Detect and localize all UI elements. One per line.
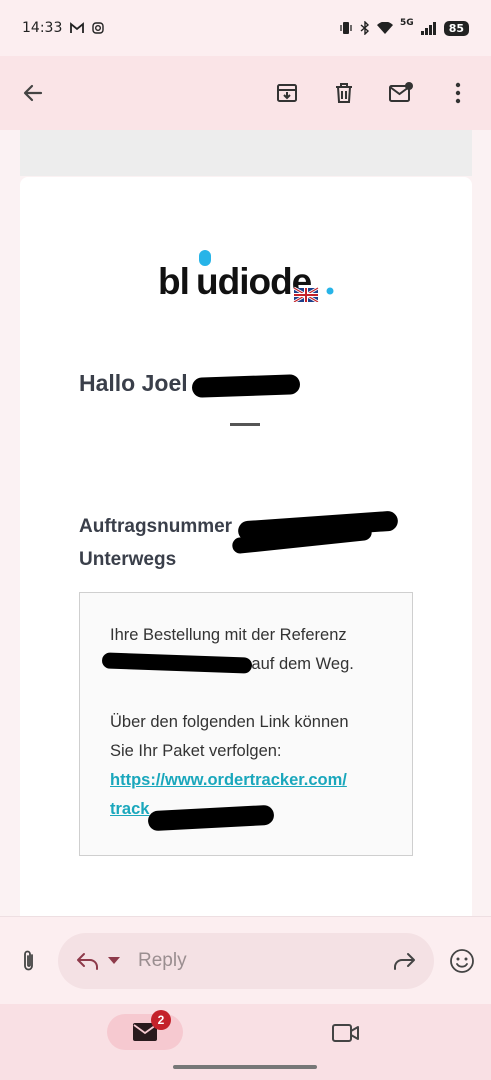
battery-indicator: 85 — [443, 20, 469, 36]
unread-badge: 2 — [151, 1010, 171, 1030]
status-left: 14:33 — [22, 20, 105, 36]
shipping-status-label: Unterwegs — [79, 549, 177, 570]
emoji-icon — [450, 949, 474, 973]
signal-icon — [420, 21, 436, 35]
wifi-icon — [377, 21, 394, 34]
instagram-notification-icon — [92, 22, 105, 34]
back-arrow-icon — [23, 84, 43, 102]
info-line-4: Sie Ihr Paket verfolgen: — [110, 742, 282, 760]
greeting-heading: Hallo Joel — [79, 370, 188, 397]
status-time: 14:33 — [22, 20, 63, 36]
delete-icon — [336, 83, 352, 103]
bludiode-logo: bl udiode — [158, 250, 338, 304]
status-bar: 14:33 5G 85 — [0, 0, 491, 56]
email-card: bl udiode Hallo Joel Auftragsnummer Unte… — [20, 177, 472, 916]
reply-input[interactable]: Reply — [58, 933, 434, 989]
top-app-bar — [0, 56, 491, 130]
mark-unread-icon — [389, 82, 413, 102]
info-line-3: Über den folgenden Link können — [110, 713, 349, 731]
meet-tab[interactable] — [331, 1018, 361, 1048]
emoji-button[interactable] — [449, 948, 475, 974]
video-camera-icon — [332, 1024, 359, 1042]
more-options-button[interactable] — [443, 78, 473, 108]
mark-unread-button[interactable] — [386, 78, 416, 108]
attachment-icon — [24, 950, 33, 971]
back-button[interactable] — [18, 78, 48, 108]
svg-text:bl: bl — [158, 261, 189, 302]
status-right: 5G 85 — [339, 18, 469, 36]
greeting-text: Hallo Joel — [79, 370, 188, 396]
tracking-link-line-1: https://www.ordertracker.com/ — [110, 771, 347, 789]
order-number-label: Auftragsnummer — [79, 516, 233, 537]
attach-button[interactable] — [16, 947, 42, 975]
email-body[interactable]: bl udiode Hallo Joel Auftragsnummer Unte… — [0, 130, 491, 916]
network-type: 5G — [400, 18, 414, 28]
delete-button[interactable] — [329, 78, 359, 108]
gmail-notification-icon — [70, 22, 85, 33]
reply-options-dropdown-icon[interactable] — [108, 957, 120, 965]
vibrate-icon — [340, 22, 352, 34]
email-header-band — [20, 130, 472, 176]
mail-tab[interactable]: 2 — [107, 1010, 183, 1050]
heading-divider — [230, 423, 260, 426]
reply-placeholder: Reply — [138, 950, 187, 971]
forward-icon[interactable] — [392, 951, 416, 971]
bluetooth-icon — [360, 21, 370, 35]
info-line-1: Ihre Bestellung mit der Referenz — [110, 626, 347, 644]
archive-button[interactable] — [272, 78, 302, 108]
home-indicator[interactable] — [173, 1065, 317, 1069]
archive-icon — [277, 84, 297, 102]
redaction-mark — [191, 374, 301, 398]
reply-icon — [77, 953, 98, 970]
more-vert-icon — [455, 82, 461, 104]
reply-bar: Reply — [0, 916, 491, 1004]
